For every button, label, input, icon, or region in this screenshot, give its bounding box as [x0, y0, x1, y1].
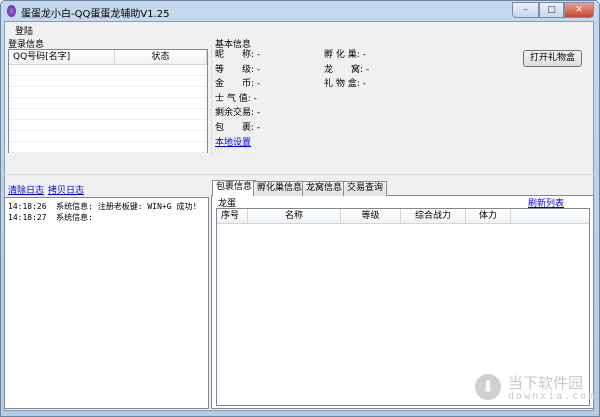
column-stamina[interactable]: 体力 — [466, 209, 511, 223]
maximize-button[interactable]: □ — [539, 2, 564, 18]
level-label: 等 级: — [215, 64, 255, 75]
tab-bag-info[interactable]: 包裹信息 — [212, 180, 257, 196]
app-egg-icon — [7, 5, 16, 17]
nickname-label: 昵 称: — [215, 50, 255, 60]
hatchery-value: - — [362, 50, 366, 60]
bag-value: - — [256, 122, 261, 133]
minimize-button[interactable]: – — [512, 2, 539, 18]
column-qq[interactable]: QQ号码[名字] — [9, 50, 115, 64]
bag-label: 包 裹: — [215, 122, 255, 133]
gift-box-label: 礼 物 盒: — [324, 79, 360, 90]
dragon-nest-label: 龙 窝: — [324, 64, 364, 75]
column-combat-power[interactable]: 综合战力 — [401, 209, 466, 223]
gold-label: 金 币: — [215, 79, 255, 90]
gift-box-value: - — [362, 79, 366, 90]
basic-info-left: 昵 称: - 等 级: - 金 币: - 士 气 值: - 剩余交易: - 包 … — [215, 48, 260, 150]
column-level[interactable]: 等级 — [341, 209, 401, 223]
open-gift-box-button[interactable]: 打开礼物盒 — [523, 50, 582, 67]
login-account-list[interactable]: QQ号码[名字] 状态 — [8, 49, 208, 153]
local-settings-link[interactable]: 本地设置 — [215, 136, 260, 151]
tab-trade-query[interactable]: 交易查询 — [343, 181, 388, 196]
tab-hatchery-info[interactable]: 孵化巢信息 — [253, 181, 307, 196]
column-index[interactable]: 序号 — [217, 209, 248, 223]
level-value: - — [256, 64, 261, 75]
column-status[interactable]: 状态 — [115, 50, 207, 64]
log-box[interactable]: 14:18:26 系统信息: 注册老板键: WIN+G 成功! 14:18:27… — [4, 197, 209, 409]
log-entry: 14:18:26 系统信息: 注册老板键: WIN+G 成功! — [8, 202, 198, 211]
download-arrow-icon: ⬇ — [475, 374, 501, 400]
log-entry: 14:18:27 系统信息: — [8, 213, 93, 222]
window-title: 蛋蛋龙小白-QQ蛋蛋龙辅助V1.25 — [21, 9, 170, 20]
basic-info-right: 孵 化 巢: - 龙 窝: - 礼 物 盒: - — [324, 48, 369, 92]
nickname-value: - — [256, 50, 261, 60]
copy-log-link[interactable]: 拷贝日志 — [48, 183, 84, 196]
close-button[interactable]: ✕ — [564, 2, 594, 18]
title-bar[interactable]: 蛋蛋龙小白-QQ蛋蛋龙辅助V1.25 – □ ✕ — [1, 1, 599, 21]
clear-log-link[interactable]: 清除日志 — [8, 183, 44, 196]
trades-left-value: - — [256, 108, 261, 119]
divider — [211, 45, 212, 157]
dragon-nest-value: - — [365, 64, 370, 75]
tab-dragon-nest-info[interactable]: 龙窝信息 — [302, 181, 347, 196]
morale-label: 士 气 值: — [215, 93, 251, 104]
morale-value: - — [253, 93, 257, 104]
trades-left-label: 剩余交易: — [215, 108, 255, 119]
hatchery-label: 孵 化 巢: — [324, 50, 360, 60]
column-name[interactable]: 名称 — [248, 209, 341, 223]
gold-value: - — [256, 79, 261, 90]
divider — [4, 174, 594, 175]
menu-login[interactable]: 登陆 — [15, 24, 33, 37]
